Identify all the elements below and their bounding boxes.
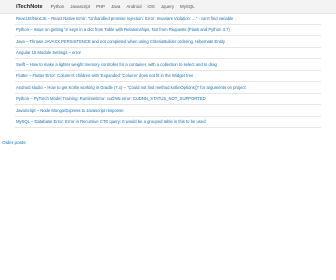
list-item: Python – PyTorch Model Training: Runtime… [15, 94, 321, 105]
post-link[interactable]: JavaScript – Node Mongo/Express to Javas… [15, 108, 124, 113]
nav-mysql[interactable]: MySQL [180, 4, 195, 9]
list-item: Android studio – How to get Kotlin worki… [15, 82, 321, 94]
nav-ios[interactable]: iOS [148, 4, 155, 9]
post-link[interactable]: Swift – How to make a lighter weight mem… [15, 62, 217, 67]
list-item: MySQL – Database Error: Error in Recursi… [15, 117, 321, 128]
nav-android[interactable]: Android [126, 4, 141, 9]
nav-jquery[interactable]: Jquery [161, 4, 174, 9]
post-link[interactable]: MySQL – Database Error: Error in Recursi… [15, 119, 206, 124]
list-item: Swift – How to make a lighter weight mem… [15, 59, 321, 71]
list-item: ReactJS/NextJS – React Native Error: "Un… [15, 13, 321, 25]
post-link[interactable]: Java – Thrown JAVAXX.PERSISTENCE and not… [15, 39, 225, 44]
list-item: Angular 15 Module Settings – error [15, 48, 321, 59]
list-item: JavaScript – Node Mongo/Express to Javas… [15, 105, 321, 117]
nav-php[interactable]: PHP [96, 4, 105, 9]
post-list: ReactJS/NextJS – React Native Error: "Un… [15, 13, 321, 128]
older-posts-link[interactable]: Older posts [2, 140, 26, 145]
post-link[interactable]: Python – Issue on getting 'a' keys in a … [15, 27, 230, 32]
post-link[interactable]: Angular 15 Module Settings – error [15, 50, 81, 55]
nav-python[interactable]: Python [51, 4, 65, 9]
top-navigation-bar: iTechNote Python Javascript PHP Java And… [0, 0, 336, 14]
post-link[interactable]: Android studio – How to get Kotlin worki… [15, 85, 246, 90]
post-link[interactable]: ReactJS/NextJS – React Native Error: "Un… [15, 16, 233, 21]
post-link[interactable]: Python – PyTorch Model Training: Runtime… [15, 96, 206, 101]
list-item: Python – Issue on getting 'a' keys in a … [15, 25, 321, 36]
site-brand[interactable]: iTechNote [16, 4, 43, 10]
list-item: Java – Thrown JAVAXX.PERSISTENCE and not… [15, 36, 321, 48]
list-item: Flutter – Flutter Error: Column's childr… [15, 71, 321, 82]
nav-javascript[interactable]: Javascript [70, 4, 90, 9]
nav-java[interactable]: Java [111, 4, 120, 9]
post-link[interactable]: Flutter – Flutter Error: Column's childr… [15, 73, 193, 78]
category-nav: Python Javascript PHP Java Android iOS J… [51, 4, 201, 9]
